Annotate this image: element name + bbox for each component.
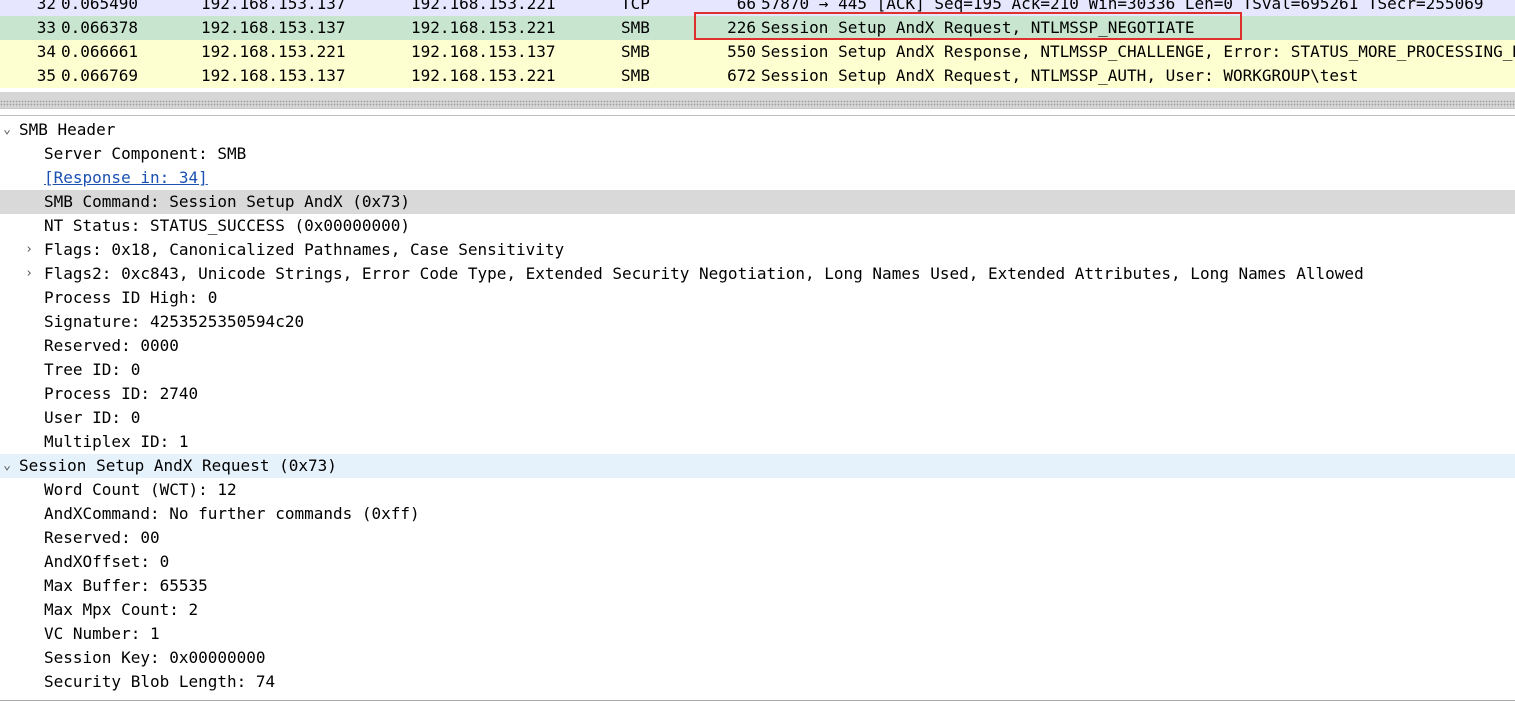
packet-time: 0.066378 [61, 18, 139, 37]
packet-info: 57870 → 445 [ACK] Seq=195 Ack=210 Win=30… [761, 0, 1484, 13]
response-in-link[interactable]: [Response in: 34] [44, 166, 208, 190]
packet-details-pane[interactable]: ⌄ SMB Header Server Component: SMB [Resp… [0, 118, 1515, 700]
field-nt-status: NT Status: STATUS_SUCCESS (0x00000000) [44, 216, 411, 235]
field-tree-id: Tree ID: 0 [44, 360, 141, 379]
field-andx-offset: AndXOffset: 0 [44, 552, 170, 571]
packet-time: 0.065490 [61, 0, 139, 13]
tree-node-flags[interactable]: › Flags: 0x18, Canonicalized Pathnames, … [0, 238, 1515, 262]
tree-field[interactable]: NT Status: STATUS_SUCCESS (0x00000000) [0, 214, 1515, 238]
splitter-grip[interactable] [0, 100, 1515, 107]
wireshark-window: 32 0.065490 192.168.153.137 192.168.153.… [0, 0, 1515, 704]
tree-field-selected[interactable]: SMB Command: Session Setup AndX (0x73) [0, 190, 1515, 214]
field-flags2: Flags2: 0xc843, Unicode Strings, Error C… [44, 264, 1364, 283]
packet-list-pane[interactable]: 32 0.065490 192.168.153.137 192.168.153.… [0, 0, 1515, 92]
tree-field[interactable]: Security Blob Length: 74 [0, 670, 1515, 694]
field-smb-command: SMB Command: Session Setup AndX (0x73) [44, 192, 411, 211]
packet-length: 66 [736, 0, 756, 13]
packet-info: Session Setup AndX Response, NTLMSSP_CHA… [761, 42, 1515, 61]
packet-info: Session Setup AndX Request, NTLMSSP_NEGO… [761, 18, 1195, 37]
tree-field[interactable]: Reserved: 0000 [0, 334, 1515, 358]
tree-field[interactable]: Tree ID: 0 [0, 358, 1515, 382]
tree-field[interactable]: Session Key: 0x00000000 [0, 646, 1515, 670]
tree-field[interactable]: User ID: 0 [0, 406, 1515, 430]
tree-field[interactable]: Signature: 4253525350594c20 [0, 310, 1515, 334]
field-reserved: Reserved: 00 [44, 528, 160, 547]
tree-node-smb-header[interactable]: ⌄ SMB Header [0, 118, 1515, 142]
packet-row[interactable]: 32 0.065490 192.168.153.137 192.168.153.… [0, 0, 1515, 16]
chevron-down-icon[interactable]: ⌄ [0, 118, 14, 142]
tree-field[interactable]: Process ID High: 0 [0, 286, 1515, 310]
packet-source: 192.168.153.137 [201, 18, 346, 37]
tree-field[interactable]: Max Buffer: 65535 [0, 574, 1515, 598]
field-security-blob-length: Security Blob Length: 74 [44, 672, 276, 691]
field-flags: Flags: 0x18, Canonicalized Pathnames, Ca… [44, 240, 565, 259]
field-server-component: Server Component: SMB [44, 144, 247, 163]
packet-protocol: SMB [621, 18, 650, 37]
divider [0, 115, 1515, 116]
tree-field[interactable]: Word Count (WCT): 12 [0, 478, 1515, 502]
field-vc-number: VC Number: 1 [44, 624, 160, 643]
packet-destination: 192.168.153.137 [411, 42, 556, 61]
packet-length: 550 [727, 42, 756, 61]
packet-length: 672 [727, 66, 756, 85]
tree-field[interactable]: Server Component: SMB [0, 142, 1515, 166]
packet-number: 32 [36, 0, 56, 13]
packet-length: 226 [727, 18, 756, 37]
packet-protocol: TCP [621, 0, 650, 13]
field-session-key: Session Key: 0x00000000 [44, 648, 266, 667]
packet-destination: 192.168.153.221 [411, 66, 556, 85]
pane-bottom-border [0, 700, 1515, 704]
tree-node-session-setup[interactable]: ⌄ Session Setup AndX Request (0x73) [0, 454, 1515, 478]
chevron-right-icon[interactable]: › [22, 262, 36, 286]
packet-number: 34 [36, 42, 56, 61]
packet-source: 192.168.153.221 [201, 42, 346, 61]
tree-field[interactable]: Max Mpx Count: 2 [0, 598, 1515, 622]
tree-field[interactable]: Process ID: 2740 [0, 382, 1515, 406]
field-andx-command: AndXCommand: No further commands (0xff) [44, 504, 420, 523]
packet-destination: 192.168.153.221 [411, 18, 556, 37]
field-word-count: Word Count (WCT): 12 [44, 480, 237, 499]
tree-node-label: Session Setup AndX Request (0x73) [19, 456, 337, 475]
packet-info: Session Setup AndX Request, NTLMSSP_AUTH… [761, 66, 1359, 85]
field-user-id: User ID: 0 [44, 408, 141, 427]
packet-time: 0.066661 [61, 42, 139, 61]
packet-destination: 192.168.153.221 [411, 0, 556, 13]
tree-field[interactable]: VC Number: 1 [0, 622, 1515, 646]
field-process-id-high: Process ID High: 0 [44, 288, 218, 307]
field-max-mpx-count: Max Mpx Count: 2 [44, 600, 199, 619]
packet-number: 35 [36, 66, 56, 85]
field-signature: Signature: 4253525350594c20 [44, 312, 305, 331]
packet-number: 33 [36, 18, 56, 37]
tree-node-flags2[interactable]: › Flags2: 0xc843, Unicode Strings, Error… [0, 262, 1515, 286]
tree-field[interactable]: AndXOffset: 0 [0, 550, 1515, 574]
tree-field[interactable]: Reserved: 00 [0, 526, 1515, 550]
chevron-down-icon[interactable]: ⌄ [0, 454, 14, 478]
packet-row[interactable]: 35 0.066769 192.168.153.137 192.168.153.… [0, 64, 1515, 88]
tree-node-label: SMB Header [19, 120, 116, 139]
packet-row[interactable]: 34 0.066661 192.168.153.221 192.168.153.… [0, 40, 1515, 64]
tree-field[interactable]: [Response in: 34] [0, 166, 1515, 190]
packet-time: 0.066769 [61, 66, 139, 85]
field-max-buffer: Max Buffer: 65535 [44, 576, 208, 595]
packet-source: 192.168.153.137 [201, 66, 346, 85]
packet-source: 192.168.153.137 [201, 0, 346, 13]
packet-protocol: SMB [621, 42, 650, 61]
field-reserved: Reserved: 0000 [44, 336, 179, 355]
packet-row[interactable]: 33 0.066378 192.168.153.137 192.168.153.… [0, 16, 1515, 40]
tree-field[interactable]: Multiplex ID: 1 [0, 430, 1515, 454]
field-multiplex-id: Multiplex ID: 1 [44, 432, 189, 451]
field-process-id: Process ID: 2740 [44, 384, 199, 403]
tree-field[interactable]: AndXCommand: No further commands (0xff) [0, 502, 1515, 526]
chevron-right-icon[interactable]: › [22, 238, 36, 262]
packet-protocol: SMB [621, 66, 650, 85]
